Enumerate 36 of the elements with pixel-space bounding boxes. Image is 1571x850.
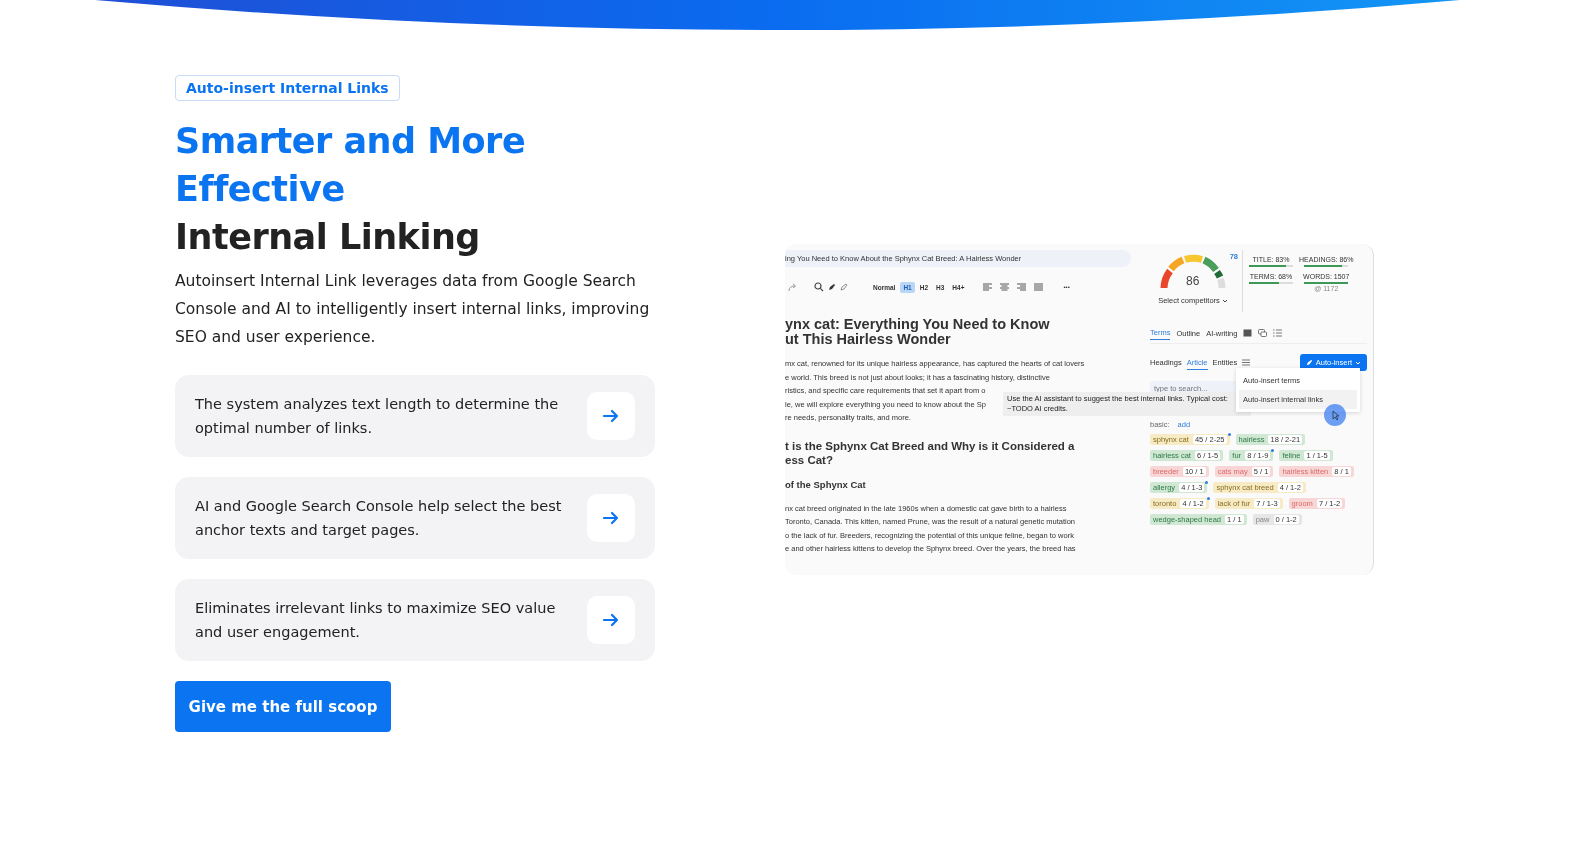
arrow-right-icon [602,611,620,629]
headline-line: Internal Linking [175,216,480,259]
pen-icon [1305,359,1313,366]
headline-line: Effective [175,168,345,211]
align-icon[interactable] [983,283,993,291]
arrow-button[interactable] [587,392,635,440]
score-value: 86 [1186,274,1200,288]
pen-icon[interactable] [828,283,836,291]
feature-text: Eliminates irrelevant links to maximize SEO value and user engagement. [195,599,557,642]
description: Autoinsert Internal Link leverages data from Google Search Console and AI to intelligently insert internal links, improving SEO and user experience. [175,271,651,348]
cursor-highlight-icon [1324,404,1346,426]
redo-icon[interactable] [788,282,798,292]
search-icon[interactable] [814,282,824,292]
align-icon[interactable] [1017,283,1027,291]
feature-text: The system analyzes text length to determine the optimal number of links. [195,395,560,438]
arrow-right-icon [602,509,620,527]
chevron-down-icon [1221,298,1228,303]
chat-icon[interactable] [1258,329,1268,337]
arrow-button[interactable] [587,596,635,644]
article-heading: ynx cat: Everything You Need to Know [785,317,1050,332]
feature-text: AI and Google Search Console help select the best anchor texts and target pages. [195,497,563,540]
align-icon[interactable] [1000,283,1010,291]
feature-badge: Auto-insert Internal Links [175,75,400,101]
cta-button[interactable]: Give me the full scoop [175,681,391,732]
article-subheading: ess Cat? [785,452,833,467]
image-icon[interactable] [1243,329,1253,337]
article-subheading: t is the Sphynx Cat Breed and Why is it Considered a [785,438,1075,453]
align-icon[interactable] [1034,283,1044,291]
chevron-down-icon [1355,360,1361,365]
arrow-button[interactable] [587,494,635,542]
arrow-right-icon [602,407,620,425]
article-heading: ut This Hairless Wonder [785,332,951,347]
headline-line: Smarter and More [175,120,526,163]
article-subheading: of the Sphynx Cat [785,478,866,490]
filter-icon[interactable] [1242,359,1251,366]
pencil-icon[interactable] [840,283,848,291]
